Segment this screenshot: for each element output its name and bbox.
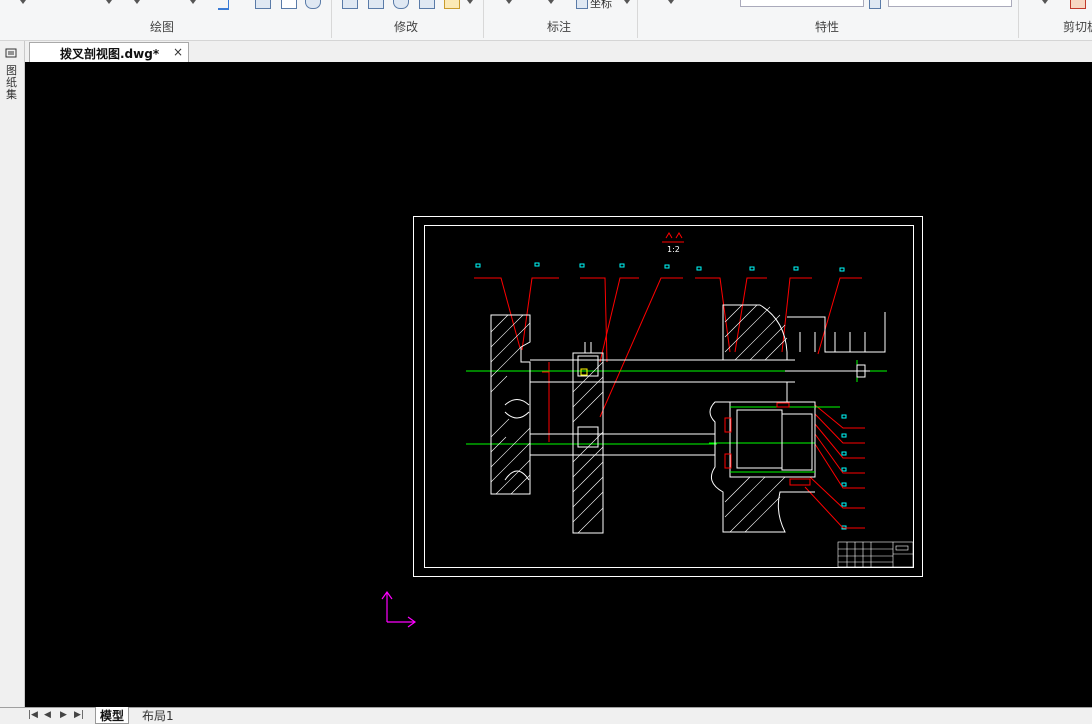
sheet-inner-border [424, 225, 914, 568]
dropdown-arrow-icon[interactable] [106, 0, 112, 4]
right-housing [709, 304, 886, 533]
line-tool-icon[interactable] [218, 0, 229, 10]
dropdown-arrow-icon[interactable] [506, 0, 512, 4]
hatch-tool-icon[interactable] [255, 0, 271, 9]
dropdown-arrow-icon[interactable] [624, 0, 630, 4]
panel-label-draw: 绘图 [150, 20, 175, 34]
document-tabbar: 拨叉剖视图.dwg* × [25, 41, 1092, 63]
ribbon: 坐标 绘图 修改 标注 特性 剪切板 [0, 0, 1092, 41]
left-flange-hatch [490, 314, 531, 495]
paste-icon[interactable] [1070, 0, 1086, 9]
drawing-svg[interactable]: 1:2 [25, 62, 1092, 707]
fork-pin [580, 368, 588, 376]
coordinate-label[interactable]: 坐标 [590, 0, 612, 11]
dropdown-arrow-icon[interactable] [20, 0, 26, 4]
leader-lines [474, 277, 865, 529]
left-flange [490, 314, 795, 495]
last-layout-icon[interactable]: ▶| [74, 710, 84, 720]
rotate-tool-icon[interactable] [393, 0, 409, 9]
sheet-set-strip: 图纸集 [0, 41, 25, 708]
drawing-canvas[interactable]: 1:2 [25, 62, 1092, 707]
prev-layout-icon[interactable]: ◀ [44, 710, 51, 720]
dropdown-arrow-icon[interactable] [190, 0, 196, 4]
tab-model[interactable]: 模型 [95, 707, 130, 724]
title-block [837, 541, 914, 568]
tab-layout1[interactable]: 布局1 [138, 707, 178, 723]
dropdown-arrow-icon[interactable] [548, 0, 554, 4]
bearing-detail [730, 406, 815, 473]
seal-detail [724, 402, 811, 486]
balloon-markers [475, 262, 847, 530]
tab-document[interactable]: 拨叉剖视图.dwg* × [29, 42, 189, 63]
linetype-combo[interactable] [888, 0, 1012, 7]
section-marker [662, 232, 684, 243]
mirror-tool-icon[interactable] [419, 0, 435, 9]
edit-tool-icon[interactable] [444, 0, 460, 9]
color-combo[interactable] [740, 0, 864, 7]
right-housing-hatch [724, 304, 788, 533]
panel-label-clipboard: 剪切板 [1063, 20, 1092, 34]
region-tool-icon[interactable] [281, 0, 297, 9]
next-layout-icon[interactable]: ▶ [60, 710, 67, 720]
layout-tabbar: |◀ ◀ ▶ ▶| 模型 布局1 [0, 707, 1092, 724]
sheet-set-label[interactable]: 图纸集 [6, 65, 18, 101]
first-layout-icon[interactable]: |◀ [28, 710, 38, 720]
coordinate-icon[interactable] [576, 0, 588, 9]
sheet-outer-border [413, 216, 923, 577]
move-tool-icon[interactable] [342, 0, 358, 9]
centerlines [466, 360, 887, 445]
panel-label-properties: 特性 [815, 20, 840, 34]
document-tab-title[interactable]: 拨叉剖视图.dwg* [60, 45, 159, 62]
dropdown-arrow-icon[interactable] [668, 0, 674, 4]
scale-label: 1:2 [667, 245, 680, 254]
panel-label-annotation: 标注 [547, 20, 572, 34]
copy-tool-icon[interactable] [368, 0, 384, 9]
dropdown-arrow-icon[interactable] [467, 0, 473, 4]
close-icon[interactable]: × [173, 45, 183, 59]
dropdown-arrow-icon[interactable] [1042, 0, 1048, 4]
boundary-tool-icon[interactable] [305, 0, 321, 9]
panel-label-modify: 修改 [394, 20, 419, 34]
dropdown-arrow-icon[interactable] [134, 0, 140, 4]
pin-icon[interactable] [5, 47, 17, 59]
ucs-icon [381, 590, 417, 628]
linetype-icon[interactable] [869, 0, 881, 9]
